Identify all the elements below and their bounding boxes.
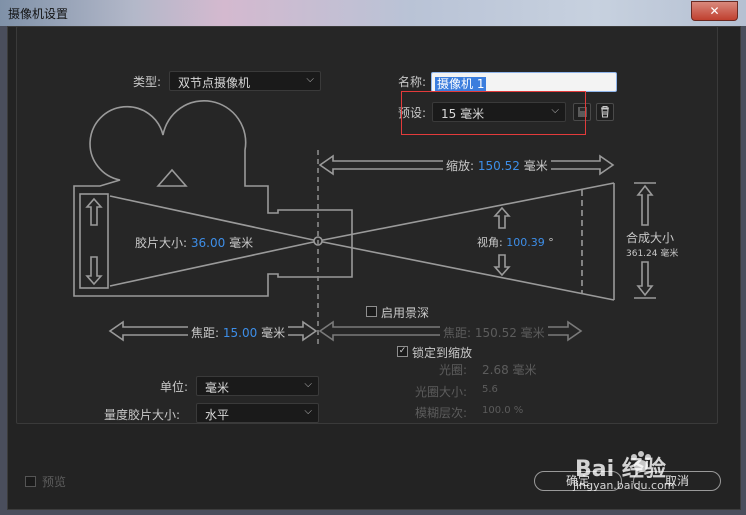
focal-label: 焦距: (191, 326, 220, 340)
preview-checkbox[interactable] (25, 476, 36, 487)
name-input[interactable]: 摄像机 1 (431, 72, 617, 92)
fstop-label: 光圈大小: (415, 385, 468, 399)
delete-preset-button[interactable] (596, 103, 614, 121)
baidu-watermark: Bai 经验 jingyan.baidu.com (573, 445, 733, 495)
preview-label: 预览 (42, 475, 67, 489)
camera-triangle (156, 168, 188, 187)
film-unit: 毫米 (229, 236, 254, 250)
zoom-label: 缩放: (446, 159, 475, 173)
film-size-readout: 胶片大小: 36.00 毫米 (135, 234, 253, 251)
angle-unit: ° (548, 236, 554, 249)
focal-value[interactable]: 15.00 (223, 326, 257, 340)
type-label: 类型: (133, 75, 162, 89)
fstop-value: 5.6 (482, 384, 498, 395)
film-box (79, 193, 109, 289)
chevron-down-icon: ⌵ (306, 74, 314, 85)
angle-readout: 视角: 100.39 ° (477, 234, 554, 250)
units-value: 毫米 (205, 381, 230, 395)
units-label: 单位: (160, 380, 189, 394)
trash-icon (601, 105, 609, 118)
comp-size-value: 361.24 毫米 (626, 249, 679, 259)
angle-value[interactable]: 100.39 (506, 236, 545, 249)
chevron-down-icon: ⌵ (304, 379, 312, 390)
comp-size-label: 合成大小 (626, 231, 675, 245)
focus-label: 焦距: (443, 326, 472, 340)
type-value: 双节点摄像机 (178, 76, 251, 90)
aperture-label: 光圈: (439, 363, 468, 377)
name-label: 名称: (398, 75, 427, 89)
units-select[interactable]: 毫米 ⌵ (196, 376, 319, 396)
angle-label: 视角: (477, 236, 503, 249)
zoom-readout: 缩放: 150.52 毫米 (443, 157, 551, 174)
lock-zoom-label: 锁定到缩放 (412, 346, 473, 360)
type-select[interactable]: 双节点摄像机 ⌵ (169, 71, 321, 91)
zoom-unit: 毫米 (523, 159, 548, 173)
focus-distance-readout: 焦距: 150.52 毫米 (440, 324, 548, 341)
zoom-value[interactable]: 150.52 (478, 159, 520, 173)
name-value: 摄像机 1 (435, 77, 487, 92)
film-value[interactable]: 36.00 (191, 236, 225, 250)
camera-body-outline (73, 100, 353, 297)
blur-value: 100.0 % (482, 405, 524, 416)
dof-checkbox[interactable] (366, 306, 377, 317)
dof-label: 启用景深 (381, 306, 430, 320)
chevron-down-icon: ⌵ (304, 406, 312, 417)
focus-value: 150.52 毫米 (474, 326, 545, 340)
aperture-value: 2.68 毫米 (482, 363, 537, 377)
focal-readout: 焦距: 15.00 毫米 (188, 324, 289, 341)
measure-film-label: 量度胶片大小: (104, 408, 181, 422)
focal-unit: 毫米 (261, 326, 286, 340)
film-label: 胶片大小: (135, 236, 188, 250)
measure-film-select[interactable]: 水平 ⌵ (196, 403, 319, 423)
lock-zoom-checkbox[interactable]: ✓ (397, 346, 408, 357)
watermark-url: jingyan.baidu.com (573, 479, 675, 492)
blur-label: 模糊层次: (415, 406, 468, 420)
highlight-box (401, 91, 586, 135)
measure-film-value: 水平 (205, 408, 230, 422)
